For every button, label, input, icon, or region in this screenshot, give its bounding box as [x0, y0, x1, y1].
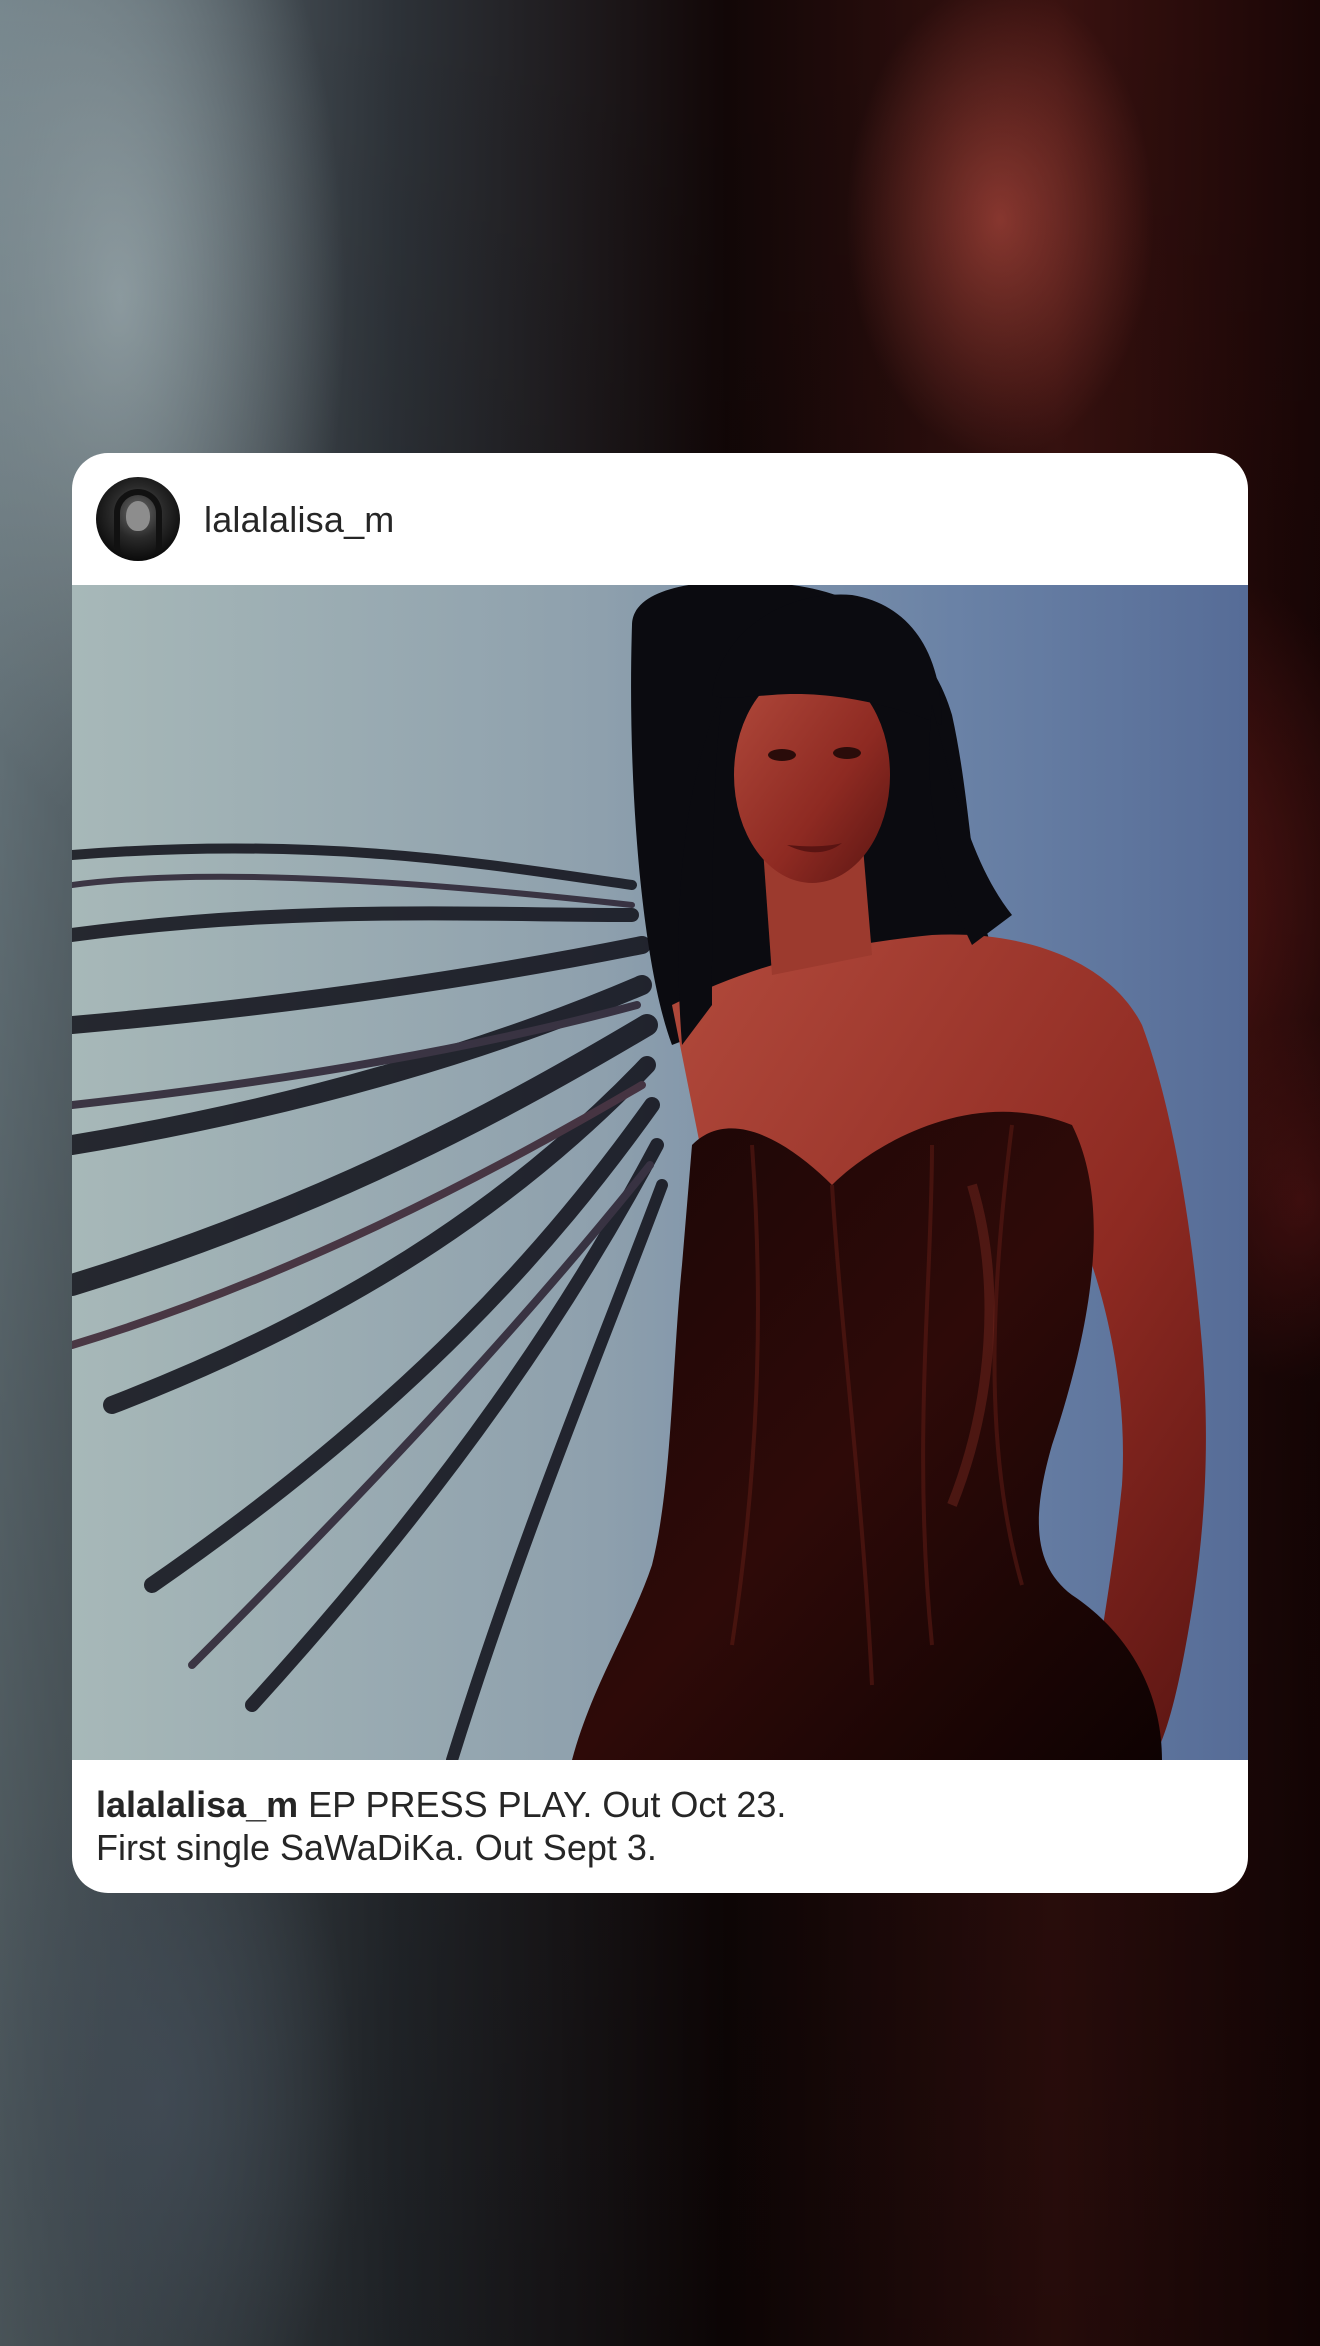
post-header: lalalalisa_m: [72, 453, 1248, 585]
photo-illustration: [72, 585, 1248, 1760]
caption-text-line1: EP PRESS PLAY. Out Oct 23.: [308, 1784, 787, 1825]
post-card[interactable]: lalalalisa_m lalalalisa_m EP PRESS PLAY.…: [72, 453, 1248, 1893]
avatar-face: [126, 501, 150, 531]
post-username[interactable]: lalalalisa_m: [204, 499, 395, 541]
caption-text-line2: First single SaWaDiKa. Out Sept 3.: [96, 1827, 657, 1868]
post-caption: lalalalisa_m EP PRESS PLAY. Out Oct 23. …: [96, 1783, 1224, 1869]
post-photo[interactable]: [72, 585, 1248, 1760]
caption-username[interactable]: lalalalisa_m: [96, 1784, 298, 1825]
avatar[interactable]: [96, 477, 180, 561]
